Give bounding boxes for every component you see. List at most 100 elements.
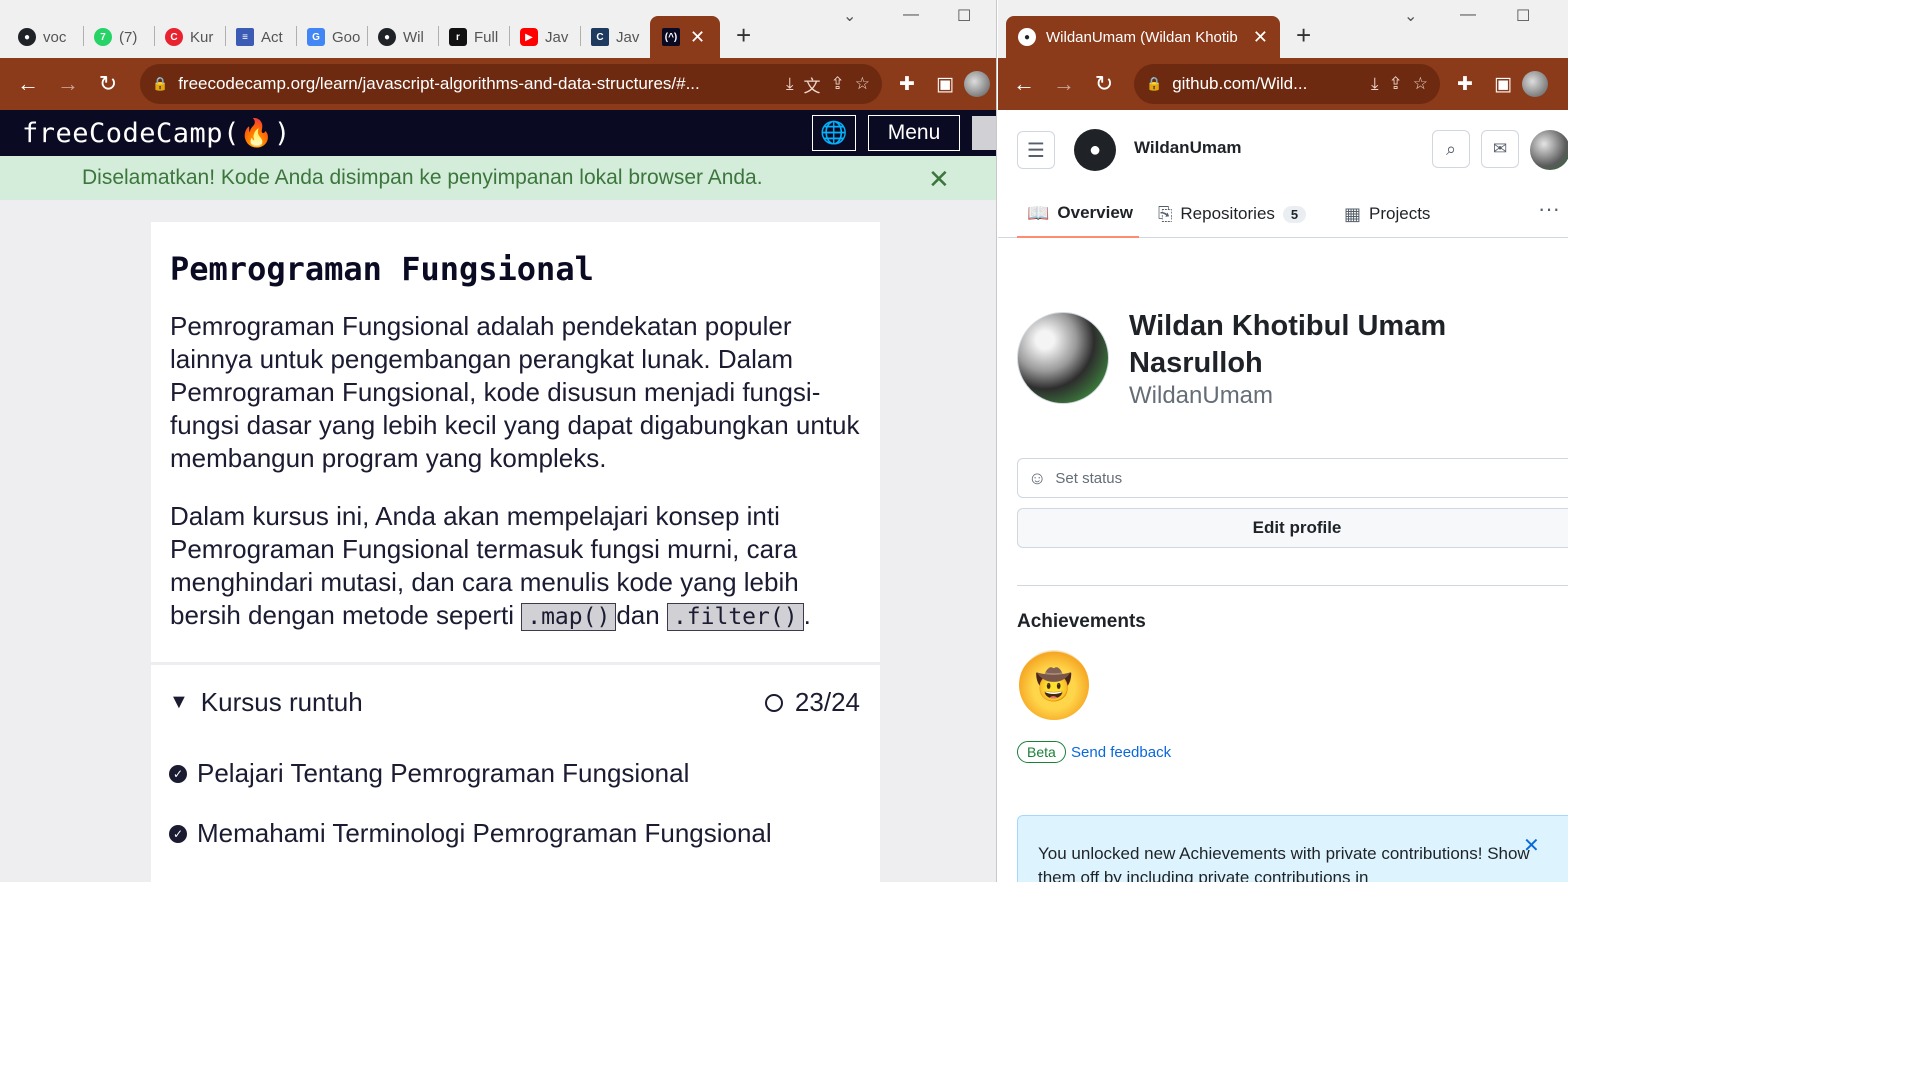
tab-search-icon[interactable]: ⌄ xyxy=(843,6,856,26)
achievements-heading: Achievements xyxy=(1017,611,1146,632)
user-avatar-small[interactable] xyxy=(1530,130,1568,170)
tab-label: voc xyxy=(43,28,67,46)
tab-active-freecodecamp[interactable]: (^) ✕ xyxy=(650,16,720,58)
hamburger-menu-icon[interactable]: ☰ xyxy=(1017,131,1055,169)
close-tab-icon[interactable]: ✕ xyxy=(690,27,705,48)
tab-1[interactable]: ● voc xyxy=(8,18,82,56)
back-icon[interactable]: ← xyxy=(8,71,48,97)
search-icon[interactable]: ⌕ xyxy=(1432,130,1470,168)
smiley-icon: ☺ xyxy=(1028,467,1047,488)
share-icon[interactable]: ⇪ xyxy=(831,74,845,94)
share-icon[interactable]: ⇪ xyxy=(1389,74,1403,94)
new-tab-button[interactable]: + xyxy=(1296,22,1311,48)
profile-tabs: 📖 Overview ⎘ Repositories 5 ▦ Projects ·… xyxy=(998,190,1568,238)
tab-3[interactable]: C Kur xyxy=(155,18,225,56)
browser-window-github: ● WildanUmam (Wildan Khotib ✕ + ⌄ — ☐ ← … xyxy=(998,0,1568,882)
forward-icon[interactable]: → xyxy=(48,71,88,97)
reload-icon[interactable]: ↻ xyxy=(88,71,128,97)
lesson-item[interactable]: ✓ Memahami Terminologi Pemrograman Fungs… xyxy=(169,818,772,849)
tab-label: Projects xyxy=(1369,204,1431,223)
back-icon[interactable]: ← xyxy=(1004,71,1044,97)
github-header: ☰ ● WildanUmam ⌕ ✉ xyxy=(998,110,1568,190)
close-tab-icon[interactable]: ✕ xyxy=(1253,27,1268,48)
menu-button[interactable]: Menu xyxy=(868,115,960,151)
language-globe-icon[interactable]: 🌐 xyxy=(812,115,856,151)
freecodecamp-icon: (^) xyxy=(662,28,680,46)
edit-profile-button[interactable]: Edit profile xyxy=(1017,508,1568,548)
tab-6[interactable]: ● Wil xyxy=(368,18,438,56)
side-panel-icon[interactable]: ▣ xyxy=(926,73,964,96)
fcc-logo[interactable]: freeCodeCamp(🔥) xyxy=(22,117,291,149)
browser-toolbar: ← → ↻ 🔒 freecodecamp.org/learn/javascrip… xyxy=(0,58,996,110)
paragraph-text: . xyxy=(803,600,811,630)
close-icon[interactable]: ✕ xyxy=(928,164,950,195)
tab-7[interactable]: r Full xyxy=(439,18,509,56)
flash-text: Diselamatkan! Kode Anda disimpan ke peny… xyxy=(82,166,763,189)
minimize-icon[interactable]: — xyxy=(1460,6,1476,24)
tab-active-github[interactable]: ● WildanUmam (Wildan Khotib ✕ xyxy=(1006,16,1280,58)
profile-avatar[interactable] xyxy=(964,71,990,97)
maximize-icon[interactable]: ☐ xyxy=(957,6,971,26)
check-circle-icon: ✓ xyxy=(169,824,187,843)
maximize-icon[interactable]: ☐ xyxy=(1516,6,1530,26)
close-icon[interactable]: ✕ xyxy=(1523,834,1540,858)
lesson-label: Memahami Terminologi Pemrograman Fungsio… xyxy=(197,818,772,848)
tab-4[interactable]: ≡ Act xyxy=(226,18,296,56)
lesson-item[interactable]: ✓ Pelajari Tentang Pemrograman Fungsiona… xyxy=(169,758,689,789)
bookmark-star-icon[interactable]: ☆ xyxy=(855,74,870,94)
tab-overview[interactable]: 📖 Overview xyxy=(1017,190,1139,238)
tab-2[interactable]: 7 (7) xyxy=(84,18,154,56)
profile-login: WildanUmam xyxy=(1129,382,1274,409)
extensions-icon[interactable]: ✚ xyxy=(888,73,926,96)
minimize-icon[interactable]: — xyxy=(903,6,919,24)
reload-icon[interactable]: ↻ xyxy=(1084,71,1124,97)
course-toggle-label: Kursus runtuh xyxy=(200,687,363,717)
whatsapp-icon: 7 xyxy=(94,28,112,46)
tab-label: Jav xyxy=(545,28,569,46)
install-icon[interactable]: ⤓ xyxy=(1371,74,1379,94)
tab-9[interactable]: C Jav xyxy=(581,18,647,56)
new-tab-button[interactable]: + xyxy=(736,22,751,48)
profile-avatar-large[interactable] xyxy=(1017,312,1109,404)
address-bar[interactable]: 🔒 github.com/Wild... ⤓ ⇪ ☆ xyxy=(1134,64,1440,104)
send-feedback-link[interactable]: Send feedback xyxy=(1071,744,1171,761)
forward-icon[interactable]: → xyxy=(1044,71,1084,97)
google-translate-icon: G xyxy=(307,28,325,46)
course-title: Pemrograman Fungsional xyxy=(170,250,594,288)
tab-label: WildanUmam (Wildan Khotib xyxy=(1046,28,1238,46)
tab-projects[interactable]: ▦ Projects xyxy=(1344,190,1430,238)
tab-label: Act xyxy=(261,28,283,46)
translate-icon[interactable]: 文 xyxy=(804,72,821,97)
tab-8[interactable]: ▶ Jav xyxy=(510,18,580,56)
tab-label: Full xyxy=(474,28,499,46)
tab-repositories[interactable]: ⎘ Repositories 5 xyxy=(1158,190,1307,238)
header-username[interactable]: WildanUmam xyxy=(1134,138,1242,158)
set-status-button[interactable]: ☺ Set status xyxy=(1017,458,1568,498)
github-icon: ● xyxy=(1018,28,1036,46)
tab-5[interactable]: G Goo xyxy=(297,18,367,56)
side-panel-icon[interactable]: ▣ xyxy=(1484,73,1522,96)
fcc-content: Pemrograman Fungsional Pemrograman Fungs… xyxy=(0,200,996,882)
inbox-icon[interactable]: ✉ xyxy=(1481,130,1519,168)
divider xyxy=(1017,585,1568,586)
profile-avatar[interactable] xyxy=(1522,71,1548,97)
progress-circle-icon xyxy=(764,693,783,712)
user-avatar[interactable] xyxy=(972,116,996,150)
fcc-navbar: freeCodeCamp(🔥) 🌐 Menu xyxy=(0,110,996,156)
youtube-icon: ▶ xyxy=(520,28,538,46)
address-bar[interactable]: 🔒 freecodecamp.org/learn/javascript-algo… xyxy=(140,64,882,104)
code-map: .map() xyxy=(521,603,617,631)
flag-icon: ≡ xyxy=(236,28,254,46)
browser-toolbar: ← → ↻ 🔒 github.com/Wild... ⤓ ⇪ ☆ ✚ ▣ xyxy=(998,58,1568,110)
course-toggle-button[interactable]: ▼ Kursus runtuh 23/24 xyxy=(169,687,860,718)
github-logo-icon[interactable]: ● xyxy=(1074,129,1116,171)
more-icon[interactable]: ··· xyxy=(1538,196,1560,222)
extensions-icon[interactable]: ✚ xyxy=(1446,73,1484,96)
lock-icon: 🔒 xyxy=(152,76,169,91)
bookmark-star-icon[interactable]: ☆ xyxy=(1413,74,1428,94)
codecademy-icon: C xyxy=(165,28,183,46)
tab-search-icon[interactable]: ⌄ xyxy=(1404,6,1417,26)
achievement-badge-icon[interactable]: 🤠 xyxy=(1019,650,1089,720)
github-icon: ● xyxy=(378,28,396,46)
install-icon[interactable]: ⤓ xyxy=(786,74,794,94)
